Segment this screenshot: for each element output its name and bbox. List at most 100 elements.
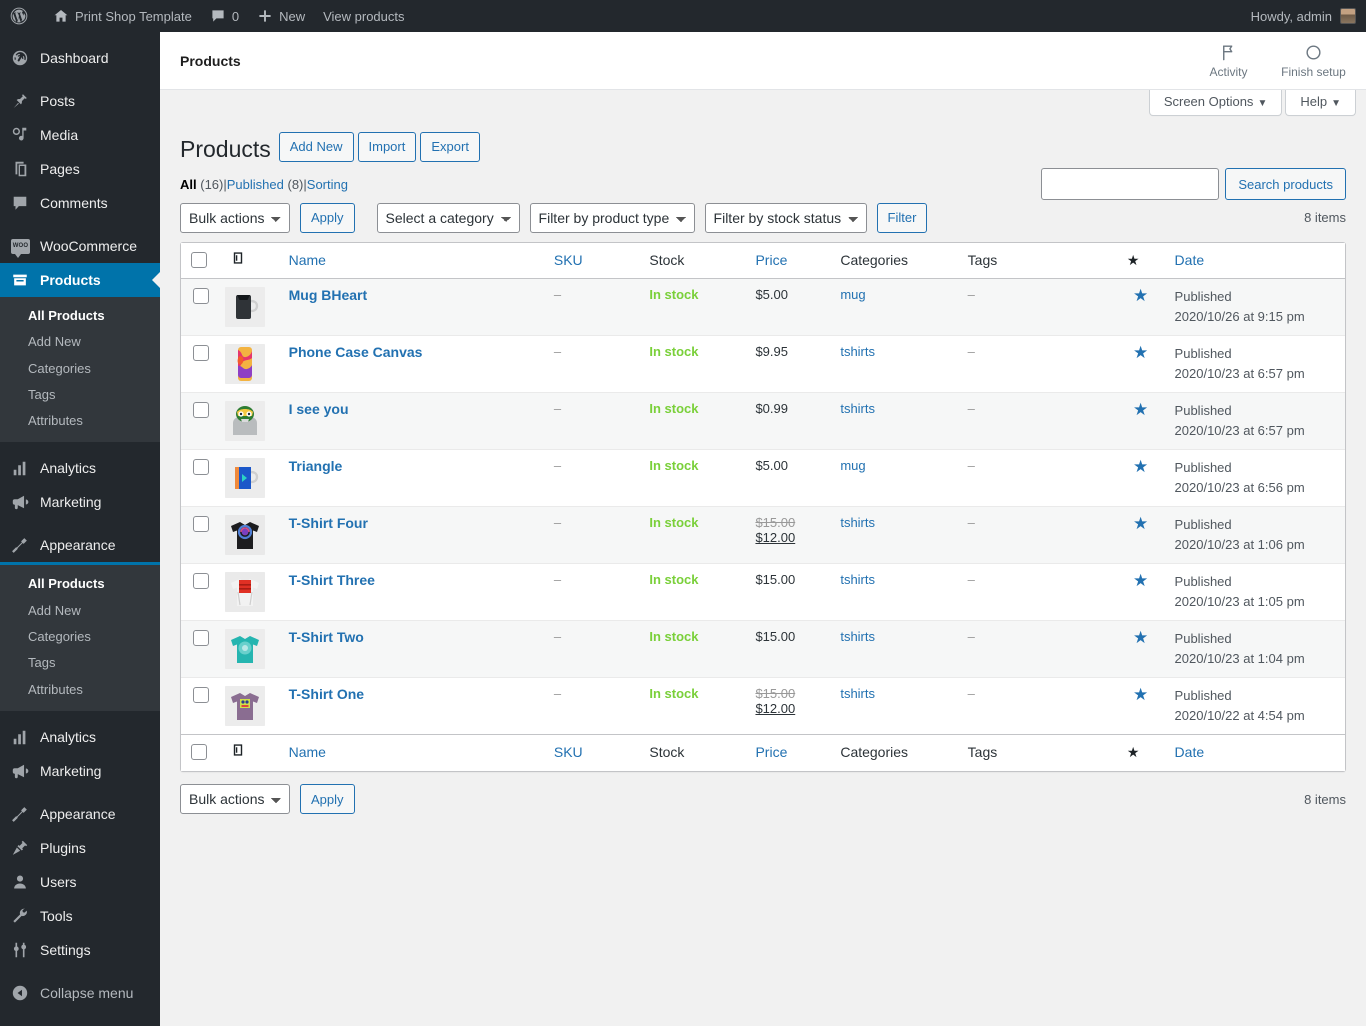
sidebar-item-settings[interactable]: Settings — [0, 933, 160, 967]
purple-tshirt-thumbnail[interactable] — [225, 686, 266, 727]
submenu-item-attributes[interactable]: Attributes — [0, 408, 160, 434]
product-name-link[interactable]: T-Shirt Three — [289, 572, 375, 588]
search-input[interactable] — [1041, 168, 1220, 200]
product-name-link[interactable]: T-Shirt One — [289, 686, 364, 702]
submenu-item-tags[interactable]: Tags — [0, 382, 160, 408]
featured-star-icon[interactable]: ★ — [1133, 514, 1148, 533]
featured-star-icon[interactable]: ★ — [1133, 343, 1148, 362]
sort-sku-link-bottom[interactable]: SKU — [554, 744, 583, 760]
new-content-menu[interactable]: New — [248, 0, 314, 32]
bulk-actions-select-bottom[interactable]: Bulk actions — [180, 784, 290, 815]
sidebar-item-posts[interactable]: Posts — [0, 84, 160, 118]
row-checkbox[interactable] — [193, 516, 209, 533]
category-link[interactable]: tshirts — [840, 344, 875, 359]
screen-options-toggle[interactable]: Screen Options ▼ — [1148, 90, 1283, 116]
category-link[interactable]: tshirts — [840, 686, 875, 701]
apply-button-top[interactable]: Apply — [300, 202, 355, 233]
sidebar-item-products[interactable]: Products — [0, 263, 160, 297]
dark-mug-thumbnail[interactable] — [225, 287, 266, 328]
category-link[interactable]: mug — [840, 458, 865, 473]
sidebar-item-marketing[interactable]: Marketing — [0, 485, 160, 519]
apply-button-bottom[interactable]: Apply — [300, 784, 355, 815]
category-link[interactable]: tshirts — [840, 572, 875, 587]
site-name-menu[interactable]: Print Shop Template — [44, 0, 201, 32]
view-all-link[interactable]: All — [180, 177, 197, 192]
sort-name-link-bottom[interactable]: Name — [289, 744, 326, 760]
submenu-item-attributes-2[interactable]: Attributes — [0, 677, 160, 703]
row-checkbox[interactable] — [193, 630, 209, 647]
sort-price-link-bottom[interactable]: Price — [755, 744, 787, 760]
sort-name-link[interactable]: Name — [289, 252, 326, 268]
sidebar-item-appearance-1[interactable]: Appearance — [0, 528, 160, 562]
view-sorting[interactable]: Sorting — [307, 177, 348, 192]
search-products-button[interactable]: Search products — [1225, 168, 1346, 200]
row-checkbox[interactable] — [193, 288, 209, 305]
bulk-actions-select-top[interactable]: Bulk actions — [180, 202, 290, 233]
filter-button[interactable]: Filter — [876, 202, 928, 233]
product-type-filter-select[interactable]: Filter by product type — [529, 202, 695, 233]
submenu-item-add-new-2[interactable]: Add New — [0, 598, 160, 624]
sidebar-item-media[interactable]: Media — [0, 118, 160, 152]
sort-date-link[interactable]: Date — [1175, 252, 1205, 268]
submenu-item-all-products[interactable]: All Products — [0, 303, 160, 329]
sidebar-item-users[interactable]: Users — [0, 865, 160, 899]
table-row[interactable]: I see you – In stock $0.99 tshirts – ★ Publishe… — [181, 392, 1345, 450]
view-products-link[interactable]: View products — [314, 0, 413, 32]
product-name-link[interactable]: Mug BHeart — [289, 287, 368, 303]
product-name-link[interactable]: T-Shirt Two — [289, 629, 364, 645]
submenu-item-tags-2[interactable]: Tags — [0, 650, 160, 676]
add-new-button[interactable]: Add New — [278, 132, 354, 163]
product-name-link[interactable]: I see you — [289, 401, 349, 417]
table-row[interactable]: Phone Case Canvas – In stock $9.95 tshirts – ★… — [181, 335, 1345, 392]
red-white-tshirt-thumbnail[interactable] — [225, 572, 266, 613]
sidebar-item-pages[interactable]: Pages — [0, 152, 160, 186]
featured-star-icon[interactable]: ★ — [1133, 400, 1148, 419]
table-row[interactable]: T-Shirt Four – In stock $15.00 $12.00 tshirts… — [181, 506, 1345, 564]
colorful-phone-case-thumbnail[interactable] — [225, 344, 266, 385]
view-all[interactable]: All (16) — [180, 177, 223, 192]
product-name-link[interactable]: Phone Case Canvas — [289, 344, 423, 360]
submenu-item-all-products-2[interactable]: All Products — [0, 571, 160, 597]
teal-tshirt-thumbnail[interactable] — [225, 629, 266, 670]
sidebar-item-comments[interactable]: Comments — [0, 186, 160, 220]
sidebar-item-analytics-2[interactable]: Analytics — [0, 720, 160, 754]
featured-star-icon[interactable]: ★ — [1133, 571, 1148, 590]
sidebar-item-woocommerce[interactable]: WOO WooCommerce — [0, 229, 160, 263]
sidebar-item-plugins[interactable]: Plugins — [0, 831, 160, 865]
category-link[interactable]: mug — [840, 287, 865, 302]
black-tshirt-thumbnail[interactable] — [225, 515, 266, 556]
import-button[interactable]: Import — [357, 132, 417, 163]
sort-date-link-bottom[interactable]: Date — [1175, 744, 1205, 760]
help-toggle[interactable]: Help ▼ — [1285, 90, 1356, 116]
featured-star-icon[interactable]: ★ — [1133, 457, 1148, 476]
wp-logo-menu[interactable] — [0, 0, 44, 32]
row-checkbox[interactable] — [193, 345, 209, 362]
featured-star-icon[interactable]: ★ — [1133, 286, 1148, 305]
category-link[interactable]: tshirts — [840, 629, 875, 644]
featured-star-icon[interactable]: ★ — [1133, 628, 1148, 647]
category-link[interactable]: tshirts — [840, 515, 875, 530]
table-row[interactable]: Mug BHeart – In stock $5.00 mug – ★ Published 20… — [181, 279, 1345, 336]
finish-setup-button[interactable]: Finish setup — [1271, 32, 1356, 90]
row-checkbox[interactable] — [193, 459, 209, 476]
featured-star-icon[interactable]: ★ — [1133, 685, 1148, 704]
sidebar-item-appearance-2[interactable]: Appearance — [0, 797, 160, 831]
sidebar-item-tools[interactable]: Tools — [0, 899, 160, 933]
mask-shirt-thumbnail[interactable] — [225, 401, 266, 442]
row-checkbox[interactable] — [193, 687, 209, 704]
select-all-checkbox-top[interactable] — [191, 251, 207, 268]
activity-button[interactable]: Activity — [1186, 32, 1271, 90]
table-row[interactable]: T-Shirt One – In stock $15.00 $12.00 tshirts –… — [181, 677, 1345, 734]
category-filter-select[interactable]: Select a category — [376, 202, 520, 233]
submenu-item-categories[interactable]: Categories — [0, 356, 160, 382]
export-button[interactable]: Export — [420, 132, 480, 163]
table-row[interactable]: T-Shirt Three – In stock $15.00 tshirts – ★ Pub… — [181, 563, 1345, 620]
product-name-link[interactable]: T-Shirt Four — [289, 515, 368, 531]
product-name-link[interactable]: Triangle — [289, 458, 343, 474]
row-checkbox[interactable] — [193, 402, 209, 419]
sidebar-item-dashboard[interactable]: Dashboard — [0, 41, 160, 75]
category-link[interactable]: tshirts — [840, 401, 875, 416]
sort-price-link[interactable]: Price — [755, 252, 787, 268]
comments-bubble[interactable]: 0 — [201, 0, 248, 32]
sort-sku-link[interactable]: SKU — [554, 252, 583, 268]
